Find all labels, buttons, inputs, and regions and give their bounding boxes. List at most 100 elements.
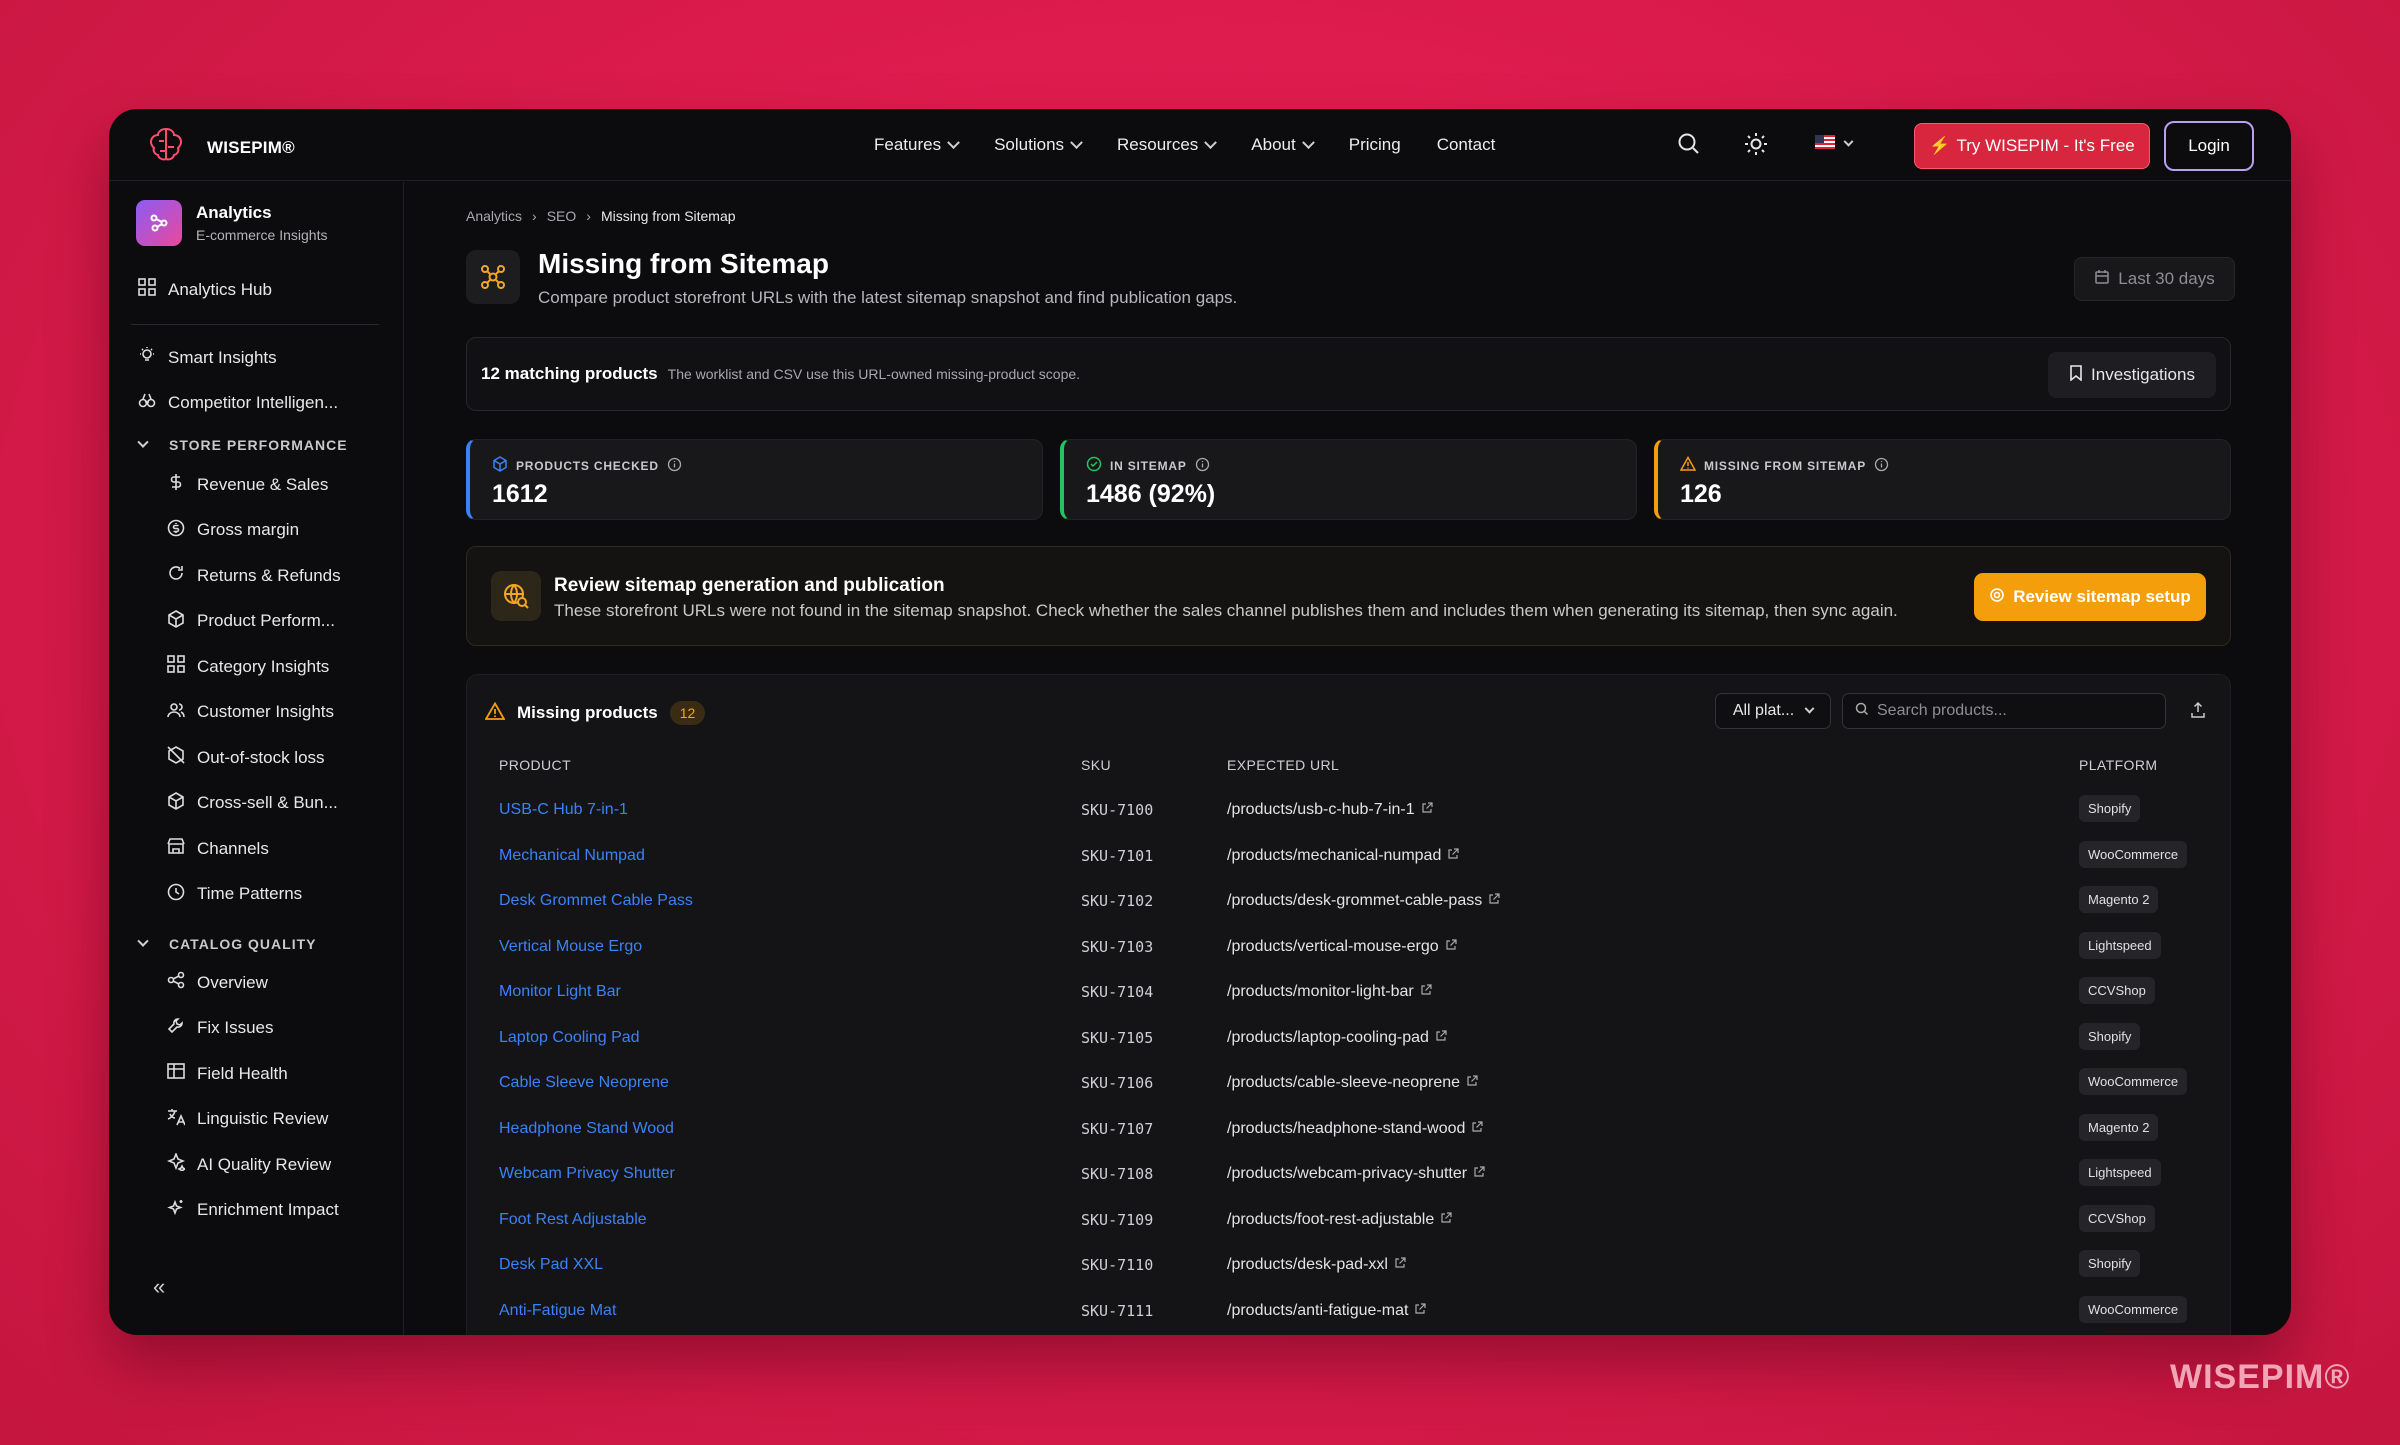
nav-label: Resources xyxy=(1117,135,1199,154)
product-link[interactable]: Foot Rest Adjustable xyxy=(499,1211,647,1229)
sidebar-item-analytics-hub[interactable]: Analytics Hub xyxy=(138,278,272,301)
brand[interactable]: WISEPIM® xyxy=(145,125,295,170)
column-header-sku[interactable]: SKU xyxy=(1081,757,1111,773)
table-row: Desk Grommet Cable Pass SKU-7102/products… xyxy=(467,879,2230,924)
nav-features[interactable]: Features xyxy=(874,135,960,155)
table-row: Laptop Cooling Pad SKU-7105/products/lapt… xyxy=(467,1016,2230,1061)
theme-sun-icon[interactable] xyxy=(1743,131,1769,162)
expected-url-link[interactable]: /products/headphone-stand-wood xyxy=(1227,1120,1483,1138)
product-link[interactable]: USB-C Hub 7-in-1 xyxy=(499,801,628,819)
review-sitemap-setup-button[interactable]: Review sitemap setup xyxy=(1974,573,2206,621)
sidebar-item-channels[interactable]: Channels xyxy=(167,837,269,860)
expected-url-link[interactable]: /products/cable-sleeve-neoprene xyxy=(1227,1074,1478,1092)
sidebar-label: AI Quality Review xyxy=(197,1154,332,1174)
expected-url-link[interactable]: /products/foot-rest-adjustable xyxy=(1227,1211,1452,1229)
sidebar-item-linguistic-review[interactable]: Linguistic Review xyxy=(167,1108,328,1131)
sidebar-item-overview[interactable]: Overview xyxy=(167,971,268,994)
sidebar-item-gross-margin[interactable]: Gross margin xyxy=(167,519,299,542)
search-icon[interactable] xyxy=(1676,131,1702,162)
product-link[interactable]: Cable Sleeve Neoprene xyxy=(499,1074,669,1092)
stat-label-wrap: PRODUCTS CHECKED xyxy=(492,456,682,475)
try-free-button[interactable]: ⚡ Try WISEPIM - It's Free xyxy=(1914,123,2150,169)
expected-url-link[interactable]: /products/anti-fatigue-mat xyxy=(1227,1302,1427,1320)
collapse-sidebar-button[interactable]: « xyxy=(153,1274,165,1300)
url-text: /products/cable-sleeve-neoprene xyxy=(1227,1074,1461,1091)
table-title: Missing products xyxy=(517,703,658,722)
sidebar-item-smart-insights[interactable]: Smart Insights xyxy=(138,346,277,369)
section-catalog-quality[interactable]: CATALOG QUALITY xyxy=(137,935,316,952)
product-link[interactable]: Webcam Privacy Shutter xyxy=(499,1165,675,1183)
app-switcher[interactable]: Analytics E-commerce Insights xyxy=(136,200,327,246)
external-link-icon xyxy=(1473,1165,1485,1183)
url-text: /products/foot-rest-adjustable xyxy=(1227,1210,1435,1228)
sitemap-alert: Review sitemap generation and publicatio… xyxy=(466,546,2231,646)
sidebar-item-fix-issues[interactable]: Fix Issues xyxy=(167,1017,274,1040)
translate-icon xyxy=(167,1108,186,1131)
platform-filter-select[interactable]: All plat... xyxy=(1715,693,1831,729)
language-selector[interactable] xyxy=(1815,135,1854,154)
expected-url-link[interactable]: /products/webcam-privacy-shutter xyxy=(1227,1165,1485,1183)
date-range-button[interactable]: Last 30 days xyxy=(2074,257,2235,301)
sidebar-label: Smart Insights xyxy=(168,347,277,367)
nav-about[interactable]: About xyxy=(1251,135,1315,155)
sidebar-label: Enrichment Impact xyxy=(197,1200,339,1219)
sidebar-item-enrichment-impact[interactable]: Enrichment Impact xyxy=(167,1199,339,1222)
sidebar-item-returns-refunds[interactable]: Returns & Refunds xyxy=(167,564,341,587)
sidebar-item-revenue-sales[interactable]: Revenue & Sales xyxy=(167,473,328,496)
product-link[interactable]: Mechanical Numpad xyxy=(499,847,645,865)
info-icon[interactable] xyxy=(667,457,682,475)
login-button[interactable]: Login xyxy=(2164,121,2254,171)
product-link[interactable]: Desk Pad XXL xyxy=(499,1256,603,1274)
nav-solutions[interactable]: Solutions xyxy=(994,135,1083,155)
search-products-input[interactable]: Search products... xyxy=(1842,693,2166,729)
product-link[interactable]: Headphone Stand Wood xyxy=(499,1120,674,1138)
sidebar-item-customer-insights[interactable]: Customer Insights xyxy=(167,701,334,724)
category-grid-icon xyxy=(167,655,185,678)
product-link[interactable]: Monitor Light Bar xyxy=(499,983,621,1001)
platform-badge: WooCommerce xyxy=(2079,1068,2188,1095)
column-header-platform[interactable]: PLATFORM xyxy=(2079,757,2157,773)
column-header-product[interactable]: PRODUCT xyxy=(499,757,571,773)
expected-url-link[interactable]: /products/laptop-cooling-pad xyxy=(1227,1029,1447,1047)
calendar-icon xyxy=(2094,269,2110,290)
product-link[interactable]: Vertical Mouse Ergo xyxy=(499,938,642,956)
sidebar-item-out-of-stock-loss[interactable]: Out-of-stock loss xyxy=(167,746,325,769)
product-link[interactable]: Laptop Cooling Pad xyxy=(499,1029,640,1047)
product-link[interactable]: Desk Grommet Cable Pass xyxy=(499,892,693,910)
export-icon[interactable] xyxy=(2190,701,2206,724)
info-icon[interactable] xyxy=(1874,457,1889,475)
external-link-icon xyxy=(1447,847,1459,865)
expected-url-link[interactable]: /products/usb-c-hub-7-in-1 xyxy=(1227,801,1433,819)
expected-url-link[interactable]: /products/mechanical-numpad xyxy=(1227,847,1459,865)
sidebar-item-category-insights[interactable]: Category Insights xyxy=(167,655,329,678)
investigations-button[interactable]: Investigations xyxy=(2048,352,2216,398)
column-header-expected-url[interactable]: EXPECTED URL xyxy=(1227,757,1339,773)
expected-url-link[interactable]: /products/monitor-light-bar xyxy=(1227,983,1432,1001)
nav-resources[interactable]: Resources xyxy=(1117,135,1218,155)
table-row: Vertical Mouse Ergo SKU-7103/products/ver… xyxy=(467,925,2230,970)
breadcrumb-analytics[interactable]: Analytics xyxy=(466,208,522,224)
table-row: Foot Rest Adjustable SKU-7109/products/fo… xyxy=(467,1198,2230,1243)
globe-search-icon xyxy=(491,571,541,621)
section-store-performance[interactable]: STORE PERFORMANCE xyxy=(137,436,348,453)
sku-cell: SKU-7104 xyxy=(1081,983,1154,1001)
sidebar-item-field-health[interactable]: Field Health xyxy=(167,1062,288,1085)
nav-contact[interactable]: Contact xyxy=(1437,135,1496,155)
nav-pricing[interactable]: Pricing xyxy=(1349,135,1401,155)
out-of-stock-icon xyxy=(167,746,185,769)
sidebar-label: Product Perform... xyxy=(197,611,335,630)
sidebar-item-ai-quality-review[interactable]: AI Quality Review xyxy=(166,1151,332,1176)
matching-count: 12 matching products xyxy=(481,364,658,383)
sidebar-item-competitor-intelligence[interactable]: Competitor Intelligen... xyxy=(138,391,338,414)
product-link[interactable]: Anti-Fatigue Mat xyxy=(499,1302,616,1320)
expected-url-link[interactable]: /products/vertical-mouse-ergo xyxy=(1227,938,1457,956)
sidebar-label: Cross-sell & Bun... xyxy=(197,793,338,812)
breadcrumb-seo[interactable]: SEO xyxy=(547,208,577,224)
sidebar-item-time-patterns[interactable]: Time Patterns xyxy=(167,883,302,906)
info-icon[interactable] xyxy=(1195,457,1210,475)
expected-url-link[interactable]: /products/desk-pad-xxl xyxy=(1227,1256,1406,1274)
clock-icon xyxy=(167,883,185,906)
sidebar-item-product-perform[interactable]: Product Perform... xyxy=(167,609,335,633)
expected-url-link[interactable]: /products/desk-grommet-cable-pass xyxy=(1227,892,1500,910)
sidebar-item-cross-sell-bun[interactable]: Cross-sell & Bun... xyxy=(167,791,338,815)
